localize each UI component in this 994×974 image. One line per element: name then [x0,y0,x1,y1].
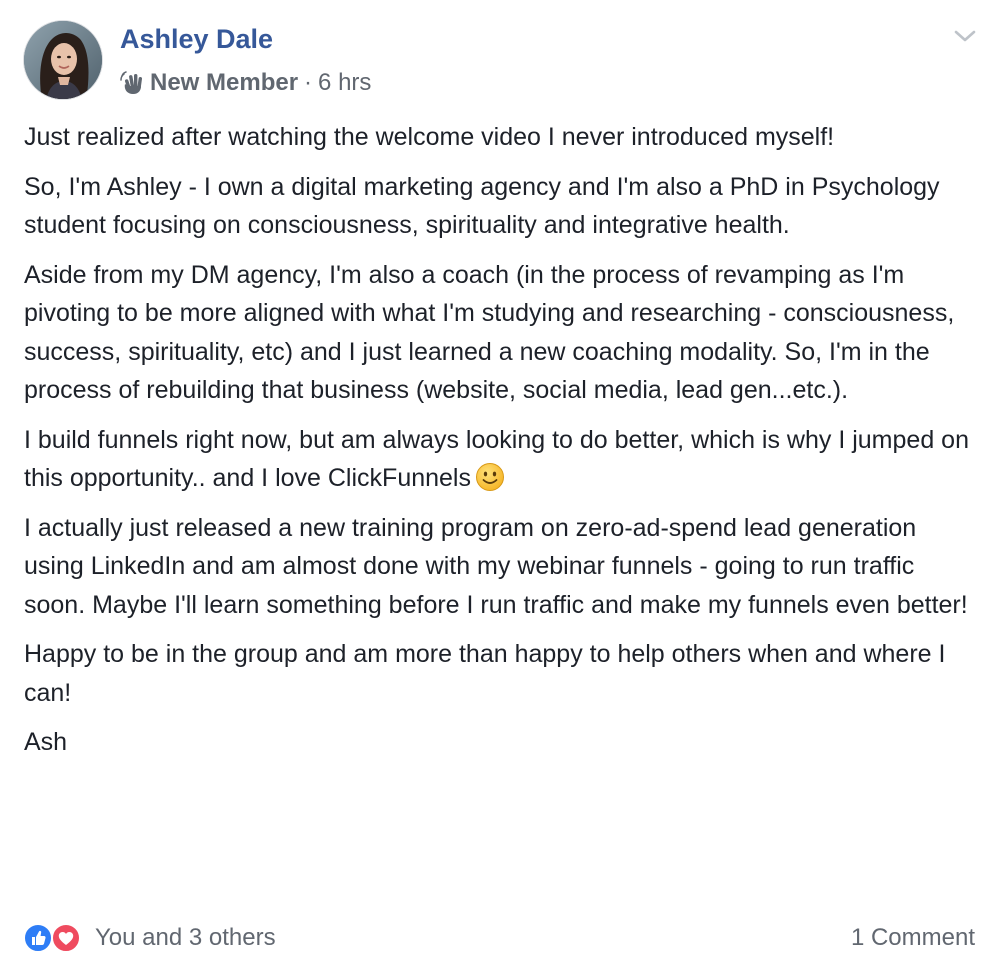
reactions-summary[interactable]: You and 3 others [23,922,276,954]
meta-separator: · [304,69,313,96]
post-paragraph: So, I'm Ashley - I own a digital marketi… [24,172,940,240]
post-paragraph: Happy to be in the group and am more tha… [24,640,946,707]
comments-count-link[interactable]: 1 Comment [851,924,975,952]
reactions-count-text[interactable]: You and 3 others [95,924,276,952]
post-paragraph-with-emoji: I build funnels right now, but am always… [24,421,979,498]
wave-hand-icon [120,70,146,96]
author-name-link[interactable]: Ashley Dale [120,24,273,55]
post-body: Just realized after watching the welcome… [24,118,979,773]
reaction-icons [23,922,87,954]
smiley-icon [475,462,505,492]
love-reaction-icon [51,923,81,953]
post-timestamp[interactable]: 6 hrs [318,69,371,97]
chevron-down-icon[interactable] [952,26,978,46]
post-meta: New Member · 6 hrs [120,68,371,98]
post-paragraph: Just realized after watching the welcome… [24,123,835,151]
post-paragraph: I actually just released a new training … [24,513,968,619]
post-paragraph: Ash [24,728,68,756]
member-badge[interactable]: New Member [150,69,298,97]
avatar-image [24,21,102,99]
group-post: Ashley Dale New Member · 6 hrs Just real… [0,0,994,974]
post-footer: You and 3 others 1 Comment [23,920,975,956]
post-paragraph: Aside from my DM agency, I'm also a coac… [24,260,955,405]
author-avatar[interactable] [23,20,103,100]
like-reaction-icon [23,923,53,953]
